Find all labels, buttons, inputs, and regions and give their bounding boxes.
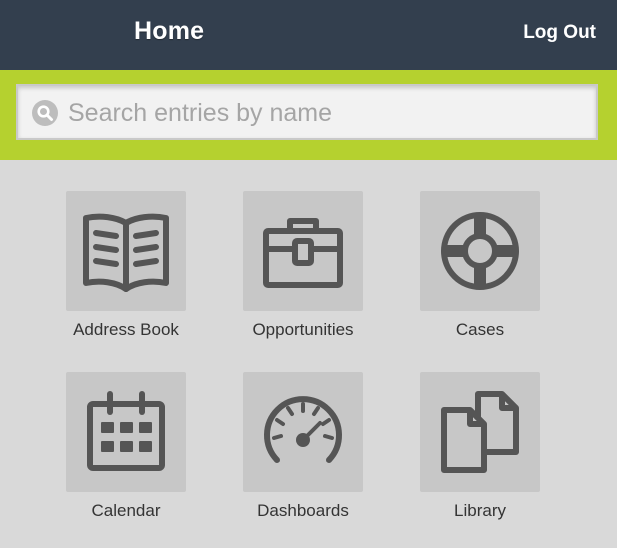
briefcase-icon xyxy=(263,218,343,288)
top-bar: Home Log Out xyxy=(0,0,617,70)
tile-label: Opportunities xyxy=(252,320,354,339)
tile-library-box[interactable] xyxy=(420,372,540,492)
search-icon xyxy=(32,100,58,126)
tile-address-book-box[interactable] xyxy=(66,191,186,311)
search-box[interactable] xyxy=(16,84,598,140)
calendar-icon xyxy=(87,391,165,471)
tile-label: Library xyxy=(454,501,506,520)
search-input[interactable] xyxy=(68,94,588,132)
tile-calendar-box[interactable] xyxy=(66,372,186,492)
tile-dashboards[interactable]: Dashboards xyxy=(213,372,393,532)
tile-label: Cases xyxy=(455,320,505,339)
tile-label: Address Book xyxy=(73,320,179,339)
lifebuoy-icon xyxy=(441,212,519,290)
tile-library[interactable]: Library xyxy=(390,372,570,532)
logout-button[interactable]: Log Out xyxy=(523,22,596,44)
tile-opportunities-box[interactable] xyxy=(243,191,363,311)
tile-calendar[interactable]: Calendar xyxy=(36,372,216,532)
speedometer-icon xyxy=(264,396,342,463)
tile-label: Calendar xyxy=(91,501,161,520)
page-title: Home xyxy=(134,17,205,45)
tile-opportunities[interactable]: Opportunities xyxy=(213,191,393,351)
tile-cases-box[interactable] xyxy=(420,191,540,311)
tile-address-book[interactable]: Address Book xyxy=(36,191,216,351)
tile-label: Dashboards xyxy=(257,501,349,520)
search-bar xyxy=(0,70,617,160)
book-icon xyxy=(83,213,169,292)
documents-icon xyxy=(441,391,519,473)
tile-cases[interactable]: Cases xyxy=(390,191,570,351)
tile-dashboards-box[interactable] xyxy=(243,372,363,492)
